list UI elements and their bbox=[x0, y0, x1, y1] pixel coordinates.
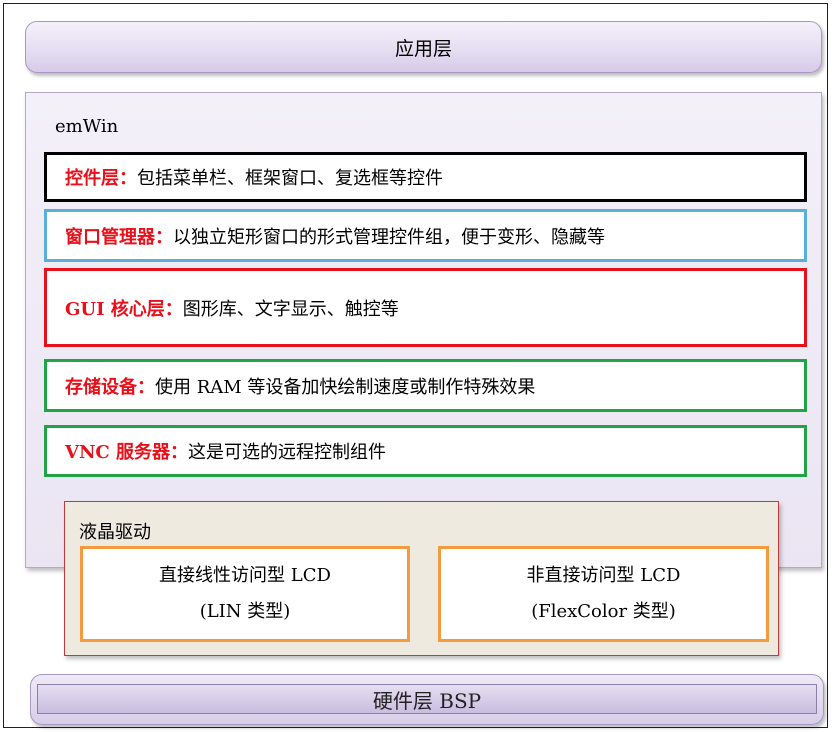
lcd-driver-title: 液晶驱动 bbox=[79, 522, 151, 543]
window-manager-layer: 窗口管理器： 以独立矩形窗口的形式管理控件组，便于变形、隐藏等 bbox=[44, 209, 807, 262]
controls-layer-desc: 包括菜单栏、框架窗口、复选框等控件 bbox=[137, 168, 443, 189]
hardware-layer-label: 硬件层 BSP bbox=[372, 688, 482, 713]
gui-core-desc: 图形库、文字显示、触控等 bbox=[182, 298, 399, 320]
gui-core-key: GUI 核心层： bbox=[65, 298, 183, 320]
memory-devices-key: 存储设备： bbox=[65, 376, 155, 398]
direct-lcd-line1: 直接线性访问型 LCD bbox=[159, 565, 331, 586]
controls-layer-key: 控件层： bbox=[65, 168, 137, 189]
application-layer: 应用层 bbox=[25, 21, 822, 73]
vnc-server-key: VNC 服务器： bbox=[65, 442, 189, 463]
lcd-driver-block: 液晶驱动 直接线性访问型 LCD (LIN 类型) 非直接访问型 LCD (Fl… bbox=[64, 501, 779, 656]
emwin-title: emWin bbox=[55, 116, 119, 137]
emwin-block: emWin 控件层： 包括菜单栏、框架窗口、复选框等控件 窗口管理器： 以独立矩… bbox=[25, 92, 822, 568]
gui-core-layer: GUI 核心层： 图形库、文字显示、触控等 bbox=[44, 268, 807, 347]
window-manager-desc: 以独立矩形窗口的形式管理控件组，便于变形、隐藏等 bbox=[173, 226, 605, 248]
vnc-server-layer: VNC 服务器： 这是可选的远程控制组件 bbox=[44, 425, 807, 477]
window-manager-key: 窗口管理器： bbox=[65, 226, 173, 248]
direct-lcd-box: 直接线性访问型 LCD (LIN 类型) bbox=[80, 546, 410, 642]
diagram-frame: 应用层 emWin 控件层： 包括菜单栏、框架窗口、复选框等控件 窗口管理器： … bbox=[3, 3, 828, 728]
controls-layer: 控件层： 包括菜单栏、框架窗口、复选框等控件 bbox=[44, 152, 807, 202]
indirect-lcd-line1: 非直接访问型 LCD bbox=[526, 565, 681, 586]
memory-devices-desc: 使用 RAM 等设备加快绘制速度或制作特殊效果 bbox=[155, 376, 536, 398]
direct-lcd-line2: (LIN 类型) bbox=[199, 601, 291, 622]
indirect-lcd-box: 非直接访问型 LCD (FlexColor 类型) bbox=[438, 546, 769, 642]
hardware-layer-inner: 硬件层 BSP bbox=[37, 684, 817, 714]
indirect-lcd-line2: (FlexColor 类型) bbox=[531, 601, 676, 622]
hardware-layer: 硬件层 BSP bbox=[30, 674, 824, 725]
vnc-server-desc: 这是可选的远程控制组件 bbox=[188, 442, 387, 463]
application-layer-label: 应用层 bbox=[394, 37, 452, 60]
memory-devices-layer: 存储设备： 使用 RAM 等设备加快绘制速度或制作特殊效果 bbox=[44, 359, 807, 412]
